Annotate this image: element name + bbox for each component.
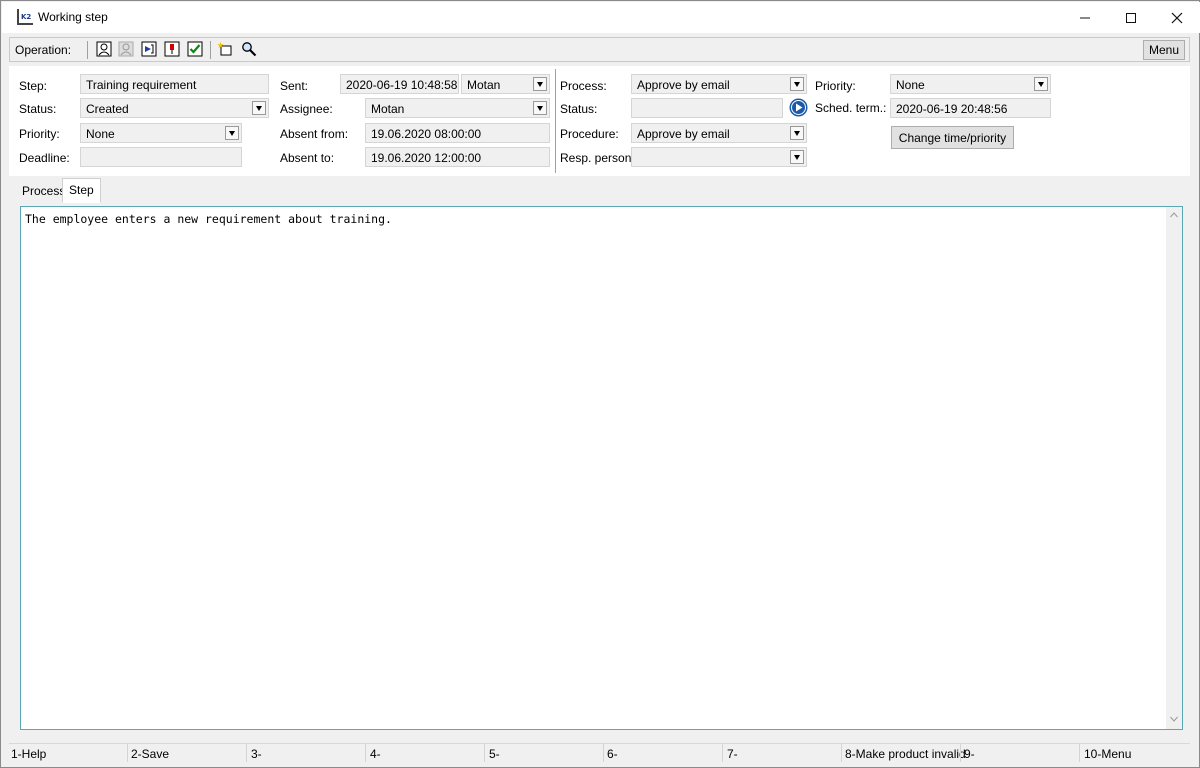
process-status-label: Status: (560, 102, 598, 116)
chevron-down-icon[interactable] (225, 126, 239, 140)
toolbar-separator (210, 41, 211, 59)
priority-value: None (86, 127, 115, 141)
fkey-separator (841, 744, 842, 762)
fkey-separator (365, 744, 366, 762)
svg-text:K2: K2 (21, 13, 31, 21)
sched-term-field[interactable]: 2020-06-19 20:48:56 (890, 98, 1051, 118)
fkey-9[interactable]: 9- (964, 747, 975, 761)
tab-step[interactable]: Step (62, 178, 101, 203)
maximize-button[interactable] (1108, 2, 1154, 33)
fkey-separator (484, 744, 485, 762)
play-icon[interactable] (789, 98, 808, 117)
step-label: Step: (19, 79, 48, 93)
procedure-value: Approve by email (637, 127, 730, 141)
toolbar-separator (87, 41, 88, 59)
sent-user-value: Motan (467, 78, 501, 92)
forward-step-icon[interactable] (141, 41, 157, 57)
fkey-separator (960, 744, 961, 762)
tab-strip: Process Step (9, 178, 1190, 203)
window-title: Working step (38, 10, 108, 24)
process-status-field[interactable] (631, 98, 783, 118)
chevron-down-icon[interactable] (533, 101, 547, 115)
maximize-icon (1126, 12, 1136, 23)
fkey-2-save[interactable]: 2-Save (131, 747, 169, 761)
deadline-field[interactable] (80, 147, 242, 167)
process-priority-value: None (896, 78, 925, 92)
process-label: Process: (560, 79, 607, 93)
vertical-scrollbar[interactable] (1166, 207, 1182, 729)
fkey-7[interactable]: 7- (727, 747, 738, 761)
process-priority-label: Priority: (815, 79, 856, 93)
close-button[interactable] (1154, 2, 1200, 33)
app-icon: K2 (16, 8, 34, 26)
sched-term-label: Sched. term.: (815, 101, 887, 115)
chevron-down-icon[interactable] (790, 150, 804, 164)
absent-from-field[interactable]: 19.06.2020 08:00:00 (365, 123, 550, 143)
chevron-down-icon[interactable] (790, 77, 804, 91)
procedure-label: Procedure: (560, 127, 619, 141)
fkey-separator (246, 744, 247, 762)
scroll-up-icon[interactable] (1170, 211, 1178, 219)
chevron-down-icon[interactable] (533, 77, 547, 91)
menu-button[interactable]: Menu (1143, 40, 1185, 60)
sent-user-select[interactable]: Motan (461, 74, 550, 94)
resp-person-select[interactable] (631, 147, 807, 167)
search-icon[interactable] (241, 41, 257, 57)
chevron-down-icon[interactable] (252, 101, 266, 115)
person-card-icon[interactable] (96, 41, 112, 57)
fkey-8-make-product-invalid[interactable]: 8-Make product invalid (845, 747, 966, 761)
scroll-down-icon[interactable] (1170, 715, 1178, 723)
process-select[interactable]: Approve by email (631, 74, 807, 94)
assignee-label: Assignee: (280, 102, 333, 116)
operation-toolbar: Operation: Menu (9, 37, 1190, 62)
fkey-separator (722, 744, 723, 762)
fkey-3[interactable]: 3- (251, 747, 262, 761)
step-field[interactable]: Training requirement (80, 74, 269, 94)
editor-text: The employee enters a new requirement ab… (25, 212, 392, 226)
process-priority-select[interactable]: None (890, 74, 1051, 94)
checkmark-icon[interactable] (187, 41, 203, 57)
fkey-1-help[interactable]: 1-Help (11, 747, 46, 761)
absent-from-label: Absent from: (280, 127, 349, 141)
procedure-select[interactable]: Approve by email (631, 123, 807, 143)
absent-to-field[interactable]: 19.06.2020 12:00:00 (365, 147, 550, 167)
absent-to-label: Absent to: (280, 151, 335, 165)
step-description-editor[interactable]: The employee enters a new requirement ab… (20, 206, 1183, 730)
working-step-window: K2 Working step Operation: Menu Step: Tr… (0, 0, 1200, 768)
process-value: Approve by email (637, 78, 730, 92)
assignee-value: Motan (371, 102, 405, 116)
fkey-separator (127, 744, 128, 762)
minimize-icon (1080, 17, 1090, 18)
flag-icon[interactable] (164, 41, 180, 57)
fkey-separator (1079, 744, 1080, 762)
fkey-10-menu[interactable]: 10-Menu (1084, 747, 1131, 761)
panel-divider (555, 69, 556, 173)
change-time-priority-button[interactable]: Change time/priority (891, 126, 1014, 149)
fkey-6[interactable]: 6- (607, 747, 618, 761)
sent-label: Sent: (280, 79, 309, 93)
function-key-bar: 1-Help 2-Save 3- 4- 5- 6- 7- 8-Make prod… (9, 743, 1190, 763)
person-disabled-icon[interactable] (118, 41, 134, 57)
status-value: Created (86, 102, 129, 116)
priority-select[interactable]: None (80, 123, 242, 143)
chevron-down-icon[interactable] (790, 126, 804, 140)
fkey-separator (603, 744, 604, 762)
title-bar[interactable]: K2 Working step (2, 2, 1200, 33)
fkey-4[interactable]: 4- (370, 747, 381, 761)
status-select[interactable]: Created (80, 98, 269, 118)
fkey-5[interactable]: 5- (489, 747, 500, 761)
operation-label: Operation: (15, 43, 72, 57)
minimize-button[interactable] (1062, 2, 1108, 33)
sent-field[interactable]: 2020-06-19 10:48:58 (340, 74, 459, 94)
new-item-icon[interactable] (217, 41, 233, 57)
close-icon (1171, 12, 1183, 23)
priority-label: Priority: (19, 127, 60, 141)
chevron-down-icon[interactable] (1034, 77, 1048, 91)
status-label: Status: (19, 102, 57, 116)
assignee-select[interactable]: Motan (365, 98, 550, 118)
deadline-label: Deadline: (19, 151, 70, 165)
resp-person-label: Resp. person: (560, 151, 635, 165)
